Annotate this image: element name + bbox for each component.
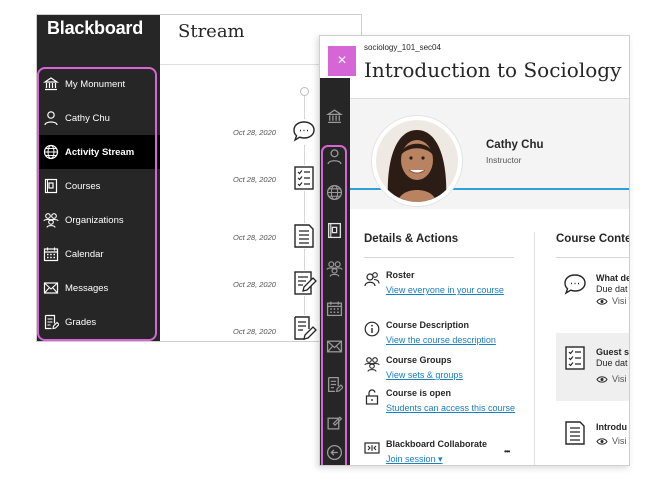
- detail-title: Course is open: [386, 388, 452, 398]
- content-title: Introdu: [596, 422, 627, 432]
- instructor-name[interactable]: Cathy Chu: [486, 139, 544, 151]
- details-heading: Details & Actions: [364, 233, 459, 245]
- more-options-button[interactable]: •••: [504, 447, 510, 456]
- detail-title: Course Description: [386, 320, 470, 330]
- discussion-icon: [564, 274, 586, 295]
- content-due-date: Due dat: [596, 284, 628, 294]
- stream-item-date: Oct 28, 2020: [233, 128, 276, 137]
- content-title: Guest s: [596, 347, 630, 357]
- visibility-status: Visi: [612, 374, 627, 384]
- navigation-highlight-outline: [37, 67, 157, 341]
- view-roster-link[interactable]: View everyone in your course: [386, 283, 516, 299]
- instructor-role: Instructor: [486, 155, 522, 165]
- visibility-status: Visi: [612, 436, 627, 446]
- eye-icon: [596, 438, 608, 445]
- detail-title: Course Groups: [386, 355, 452, 365]
- avatar-photo: [376, 120, 458, 202]
- collaborate-icon: [364, 442, 380, 454]
- course-title: Introduction to Sociology: [364, 58, 622, 82]
- details-course-groups: Course Groups View sets & groups: [364, 355, 524, 385]
- instructor-avatar[interactable]: [372, 116, 462, 206]
- content-item-assignment[interactable]: Guest s Due dat Visi: [556, 333, 630, 401]
- assignment-icon: [565, 346, 585, 370]
- stream-item-date: Oct 28, 2020: [233, 175, 276, 184]
- roster-icon: [364, 272, 380, 287]
- close-button[interactable]: ×: [328, 46, 356, 76]
- divider: [364, 257, 514, 258]
- course-content-heading: Course Conte: [556, 233, 630, 245]
- join-session-link[interactable]: Join session ▾: [386, 452, 516, 465]
- stream-item-date: Oct 28, 2020: [233, 327, 276, 336]
- course-window: × sociology_101_sec04 Introduction to So…: [319, 35, 630, 466]
- timeline-start-dot: [300, 87, 309, 96]
- column-divider: [534, 232, 535, 465]
- view-groups-link[interactable]: View sets & groups: [386, 368, 516, 384]
- stream-item-date: Oct 28, 2020: [233, 233, 276, 242]
- details-collaborate: Blackboard Collaborate Join session ▾ ••…: [364, 439, 524, 465]
- discussion-icon[interactable]: [291, 119, 317, 145]
- brand-logo: Blackboard: [47, 18, 144, 38]
- institution-icon[interactable]: [326, 108, 343, 125]
- content-due-date: Due dat: [596, 358, 628, 368]
- view-description-link[interactable]: View the course description: [386, 333, 516, 349]
- details-roster: Roster View everyone in your course: [364, 270, 524, 312]
- content-item-discussion[interactable]: What de Due dat Visi: [556, 266, 630, 320]
- visibility-status: Visi: [612, 296, 627, 306]
- content-item-document[interactable]: Introdu Visi: [556, 414, 629, 464]
- eye-icon: [596, 298, 608, 305]
- assignment-icon[interactable]: [291, 165, 317, 191]
- base-navigation: Blackboard My Monument Cathy Chu Activit…: [37, 15, 160, 341]
- stream-window: Blackboard My Monument Cathy Chu Activit…: [36, 14, 362, 342]
- document-icon: [565, 421, 585, 445]
- navigation-highlight-outline: [321, 145, 347, 465]
- eye-icon: [596, 376, 608, 383]
- unlock-icon: [365, 389, 379, 405]
- stream-item-date: Oct 28, 2020: [233, 280, 276, 289]
- grades-icon[interactable]: [291, 315, 317, 341]
- course-access-link[interactable]: Students can access this course: [386, 401, 516, 417]
- detail-title: Blackboard Collaborate: [386, 439, 488, 449]
- details-course-availability: Course is open Students can access this …: [364, 388, 524, 430]
- content-title: What de: [596, 273, 630, 283]
- info-icon: [364, 321, 380, 337]
- edit-document-icon[interactable]: [291, 270, 317, 296]
- detail-title: Roster: [386, 270, 415, 280]
- details-course-description: Course Description View the course descr…: [364, 320, 524, 350]
- collapsed-navigation: [320, 78, 350, 465]
- divider: [556, 257, 629, 258]
- page-title: Stream: [178, 21, 245, 42]
- groups-icon: [364, 357, 380, 372]
- course-code: sociology_101_sec04: [364, 43, 441, 52]
- document-icon[interactable]: [291, 223, 317, 249]
